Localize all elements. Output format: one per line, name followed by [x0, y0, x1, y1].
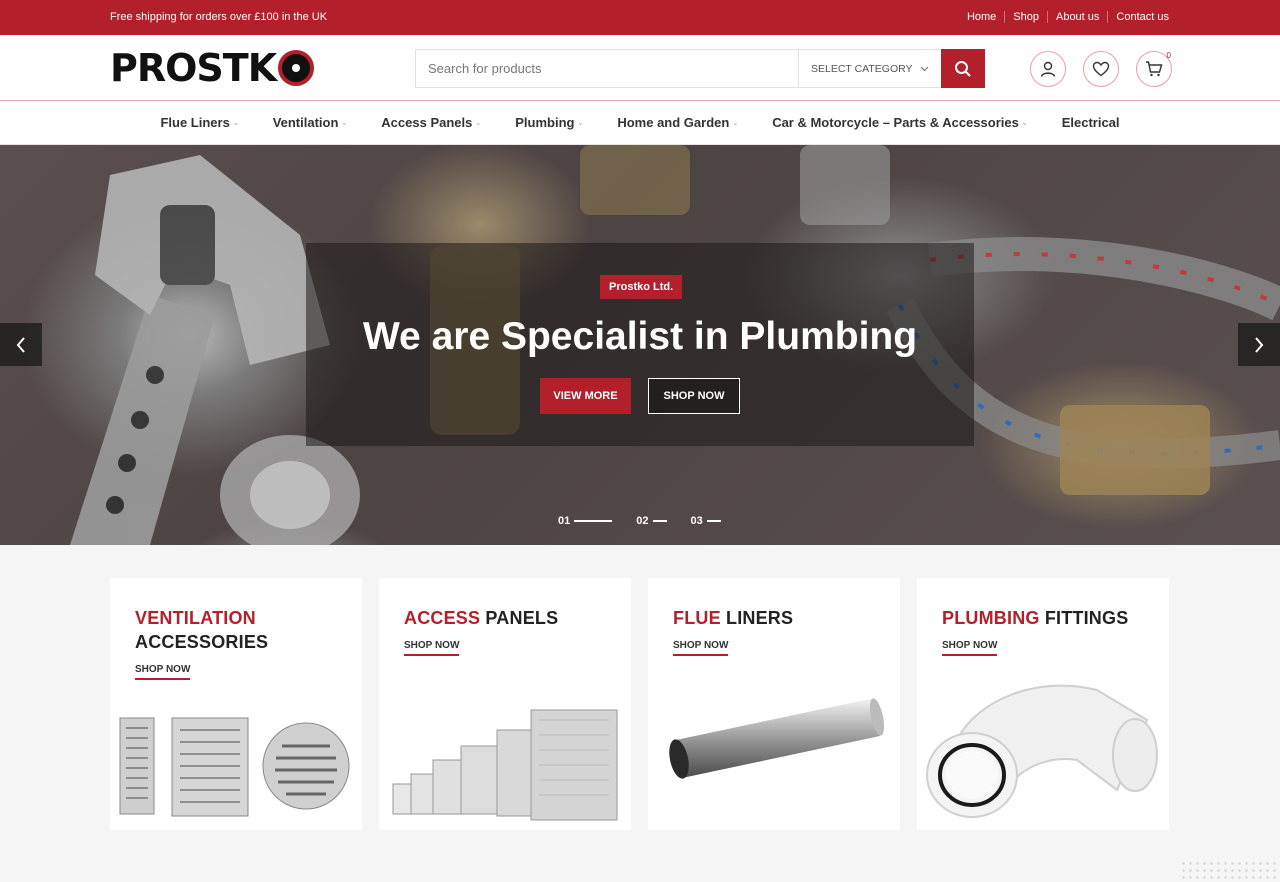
card-title: VENTILATION ACCESSORIES: [135, 606, 268, 654]
chevron-down-icon: ⌄: [732, 119, 739, 127]
nav-item-label: Plumbing: [515, 115, 575, 130]
card-title: FLUE LINERS: [673, 606, 793, 630]
card-title-accent: FLUE: [673, 608, 721, 628]
hero-title: We are Specialist in Plumbing: [362, 315, 918, 358]
card-shop-now-link[interactable]: SHOP NOW: [942, 640, 998, 656]
slide-indicator-line: [652, 520, 667, 522]
slide-dot-3[interactable]: 03: [691, 515, 721, 527]
plumbing-fitting-product-image: [926, 684, 1158, 818]
heart-icon: [1092, 61, 1110, 77]
site-header: PROSTK SELECT CATEGORY 0: [0, 35, 1280, 101]
logo-text: PROSTK: [110, 46, 277, 90]
hero-tag: Prostko Ltd.: [600, 275, 683, 299]
ventilation-product-image: [119, 717, 350, 817]
card-title-accent: PLUMBING: [942, 608, 1040, 628]
nav-item-label: Home and Garden: [617, 115, 730, 130]
slide-indicator-line: [574, 520, 613, 522]
search-input[interactable]: [416, 50, 798, 87]
chevron-right-icon: [1255, 336, 1264, 353]
category-card-plumbing-fittings[interactable]: PLUMBING FITTINGS SHOP NOW: [917, 578, 1169, 830]
chevron-down-icon: ⌄: [1021, 119, 1028, 127]
nav-item-label: Electrical: [1061, 115, 1120, 130]
header-actions: 0: [1030, 51, 1172, 87]
access-panels-product-image: [392, 709, 618, 821]
slide-dot-2[interactable]: 02: [636, 515, 667, 527]
chevron-down-icon: ⌄: [341, 119, 348, 127]
user-icon: [1040, 61, 1056, 77]
card-title-accent: VENTILATION: [135, 608, 256, 628]
flue-liner-product-image: [669, 698, 885, 779]
card-shop-now-link[interactable]: SHOP NOW: [404, 640, 460, 656]
card-shop-now-link[interactable]: SHOP NOW: [673, 640, 729, 656]
cart-button[interactable]: 0: [1136, 51, 1172, 87]
card-title: PLUMBING FITTINGS: [942, 606, 1128, 630]
decorative-dot-grid: [1180, 860, 1280, 882]
chevron-left-icon: [16, 336, 25, 353]
slide-indicator-line: [706, 520, 721, 522]
card-shop-now-link[interactable]: SHOP NOW: [135, 664, 191, 680]
logo[interactable]: PROSTK: [110, 46, 315, 90]
nav-item-electrical[interactable]: Electrical: [1062, 115, 1120, 130]
category-select-label: SELECT CATEGORY: [811, 62, 913, 75]
nav-item-label: Car & Motorcycle – Parts & Accessories: [772, 115, 1019, 130]
slider-next-button[interactable]: [1238, 323, 1280, 366]
category-card-access-panels[interactable]: ACCESS PANELS SHOP NOW: [379, 578, 631, 830]
shipping-notice: Free shipping for orders over £100 in th…: [110, 11, 328, 23]
nav-item-label: Ventilation: [272, 115, 339, 130]
top-bar: Free shipping for orders over £100 in th…: [0, 0, 1280, 35]
wishlist-button[interactable]: [1083, 51, 1119, 87]
account-button[interactable]: [1030, 51, 1066, 87]
card-title-main: PANELS: [485, 608, 559, 628]
chevron-down-icon: [920, 66, 929, 71]
nav-item-car-motorcycle[interactable]: Car & Motorcycle – Parts & Accessories ⌄: [772, 115, 1028, 130]
top-link-shop[interactable]: Shop: [1004, 11, 1047, 23]
search-bar: SELECT CATEGORY: [415, 49, 985, 88]
category-card-ventilation[interactable]: VENTILATION ACCESSORIES SHOP NOW: [110, 578, 362, 830]
top-link-home[interactable]: Home: [959, 11, 1004, 23]
slide-number: 01: [558, 515, 571, 527]
card-title-main: LINERS: [726, 608, 794, 628]
hero-shop-now-button[interactable]: SHOP NOW: [648, 378, 740, 414]
top-links: Home Shop About us Contact us: [959, 11, 1169, 23]
nav-item-plumbing[interactable]: Plumbing ⌄: [515, 115, 583, 130]
chevron-down-icon: ⌄: [232, 119, 239, 127]
logo-o-mark: [278, 50, 315, 86]
slide-dot-1[interactable]: 01: [558, 515, 613, 527]
cart-count-badge: 0: [1166, 51, 1171, 60]
nav-item-flue-liners[interactable]: Flue Liners ⌄: [160, 115, 238, 130]
search-icon: [955, 60, 971, 77]
card-title-main: ACCESSORIES: [135, 632, 269, 652]
card-title-main: FITTINGS: [1044, 608, 1129, 628]
top-link-about[interactable]: About us: [1046, 11, 1107, 23]
category-card-flue-liners[interactable]: FLUE LINERS SHOP NOW: [648, 578, 900, 830]
view-more-button[interactable]: VIEW MORE: [540, 378, 631, 414]
chevron-down-icon: ⌄: [475, 119, 482, 127]
chevron-down-icon: ⌄: [577, 119, 584, 127]
slide-number: 03: [690, 515, 703, 527]
slide-number: 02: [636, 515, 649, 527]
nav-item-home-garden[interactable]: Home and Garden ⌄: [617, 115, 738, 130]
nav-item-label: Access Panels: [381, 115, 473, 130]
hero-slider: Prostko Ltd. We are Specialist in Plumbi…: [0, 145, 1280, 545]
card-title: ACCESS PANELS: [404, 606, 558, 630]
nav-item-ventilation[interactable]: Ventilation ⌄: [273, 115, 348, 130]
category-select[interactable]: SELECT CATEGORY: [798, 50, 941, 87]
cart-icon: [1146, 61, 1163, 77]
nav-item-label: Flue Liners: [160, 115, 230, 130]
nav-item-access-panels[interactable]: Access Panels ⌄: [381, 115, 481, 130]
top-link-contact[interactable]: Contact us: [1107, 11, 1169, 23]
slider-prev-button[interactable]: [0, 323, 42, 366]
search-button[interactable]: [941, 49, 985, 88]
main-nav: Flue Liners ⌄ Ventilation ⌄ Access Panels ⌄…: [0, 101, 1280, 145]
card-title-accent: ACCESS: [404, 608, 481, 628]
slider-pagination: 01 02 03: [558, 515, 721, 527]
category-cards: VENTILATION ACCESSORIES SHOP NOW ACCESS P…: [110, 578, 1169, 830]
